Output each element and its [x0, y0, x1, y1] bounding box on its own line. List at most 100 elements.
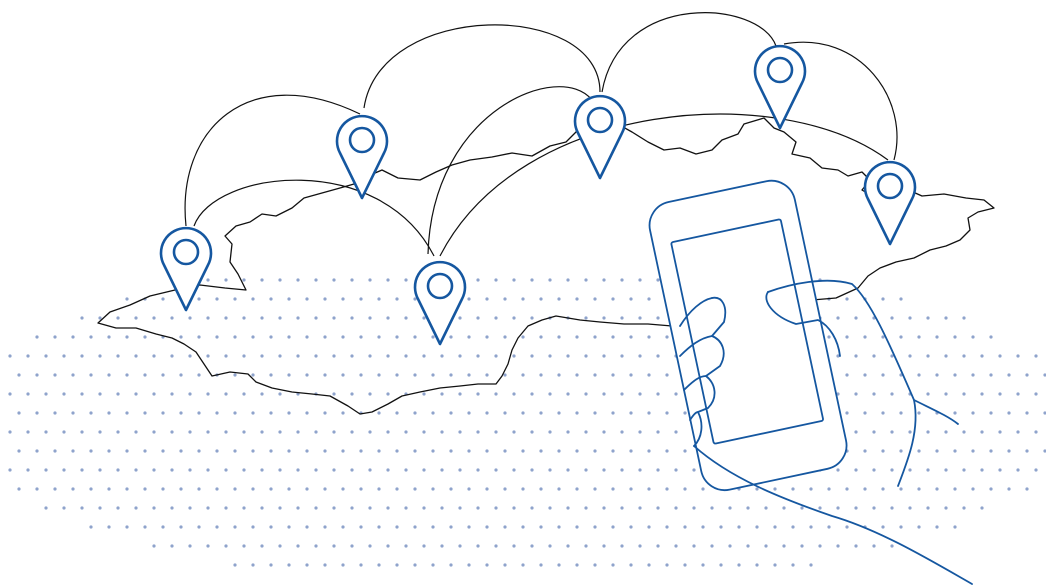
pattern-dot	[197, 525, 201, 529]
pattern-dot	[278, 278, 282, 282]
pattern-dot	[251, 411, 255, 415]
pattern-dot	[341, 487, 345, 491]
pattern-dot	[188, 506, 192, 510]
pattern-dot	[881, 373, 885, 377]
pattern-dot	[386, 278, 390, 282]
pattern-dot	[557, 525, 561, 529]
pattern-dot	[404, 506, 408, 510]
pattern-dot	[791, 563, 795, 567]
pattern-dot	[467, 449, 471, 453]
pattern-dot	[890, 506, 894, 510]
pattern-dot	[908, 430, 912, 434]
pattern-dot	[44, 354, 48, 358]
pattern-dot	[116, 430, 120, 434]
pattern-dot	[305, 449, 309, 453]
pattern-dot	[539, 525, 543, 529]
pattern-dot	[71, 411, 75, 415]
pattern-dot	[314, 278, 318, 282]
pattern-dot	[251, 373, 255, 377]
pattern-dot	[1007, 487, 1011, 491]
pattern-dot	[449, 335, 453, 339]
pattern-dot	[179, 525, 183, 529]
pattern-dot	[224, 316, 228, 320]
pattern-dot	[62, 506, 66, 510]
pattern-dot	[953, 335, 957, 339]
pattern-dot	[620, 278, 624, 282]
pattern-dot	[854, 392, 858, 396]
pattern-dot	[152, 430, 156, 434]
pattern-dot	[467, 525, 471, 529]
pattern-dot	[818, 506, 822, 510]
pattern-dot	[287, 563, 291, 567]
pattern-dot	[539, 297, 543, 301]
pattern-dot	[98, 430, 102, 434]
pattern-dot	[233, 487, 237, 491]
pattern-dot	[80, 506, 84, 510]
pattern-dot	[836, 468, 840, 472]
pattern-dot	[602, 430, 606, 434]
pattern-dot	[557, 487, 561, 491]
pattern-dot	[980, 354, 984, 358]
map-illustration	[0, 0, 1046, 587]
pattern-dot	[944, 506, 948, 510]
pattern-dot	[665, 411, 669, 415]
pattern-dot	[215, 411, 219, 415]
pattern-dot	[530, 392, 534, 396]
pattern-dot	[584, 430, 588, 434]
pattern-dot	[8, 430, 12, 434]
pattern-dot	[197, 411, 201, 415]
pattern-dot	[503, 525, 507, 529]
pattern-dot	[458, 316, 462, 320]
pattern-dot	[80, 354, 84, 358]
pattern-dot	[467, 335, 471, 339]
pattern-dot	[17, 487, 21, 491]
pattern-dot	[971, 373, 975, 377]
pattern-dot	[278, 316, 282, 320]
pattern-dot	[665, 335, 669, 339]
pattern-dot	[746, 544, 750, 548]
pattern-dot	[359, 335, 363, 339]
pattern-dot	[629, 563, 633, 567]
pattern-dot	[53, 335, 57, 339]
pattern-dot	[359, 297, 363, 301]
pattern-dot	[386, 544, 390, 548]
pattern-dot	[251, 449, 255, 453]
pattern-dot	[359, 563, 363, 567]
pattern-dot	[881, 297, 885, 301]
pattern-dot	[260, 354, 264, 358]
pattern-dot	[935, 335, 939, 339]
pattern-dot	[386, 468, 390, 472]
pattern-dot	[323, 411, 327, 415]
pattern-dot	[125, 373, 129, 377]
pattern-dot	[917, 335, 921, 339]
pattern-dot	[368, 544, 372, 548]
pattern-dot	[89, 449, 93, 453]
pattern-dot	[296, 544, 300, 548]
pattern-dot	[152, 544, 156, 548]
pattern-dot	[476, 544, 480, 548]
pattern-dot	[242, 316, 246, 320]
pattern-dot	[539, 563, 543, 567]
pattern-dot	[557, 335, 561, 339]
pattern-dot	[512, 430, 516, 434]
pattern-dot	[404, 544, 408, 548]
pattern-dot	[233, 411, 237, 415]
pattern-dot	[305, 487, 309, 491]
pattern-dot	[908, 316, 912, 320]
pattern-dot	[278, 468, 282, 472]
pattern-dot	[638, 392, 642, 396]
pattern-dot	[620, 392, 624, 396]
pattern-dot	[800, 506, 804, 510]
pattern-dot	[305, 373, 309, 377]
pattern-dot	[341, 563, 345, 567]
pattern-dot	[611, 335, 615, 339]
pattern-dot	[755, 563, 759, 567]
pattern-dot	[323, 487, 327, 491]
pattern-dot	[242, 430, 246, 434]
pattern-dot	[80, 392, 84, 396]
pattern-dot	[107, 335, 111, 339]
pattern-dot	[89, 335, 93, 339]
pattern-dot	[188, 392, 192, 396]
pattern-dot	[98, 468, 102, 472]
pattern-dot	[440, 506, 444, 510]
